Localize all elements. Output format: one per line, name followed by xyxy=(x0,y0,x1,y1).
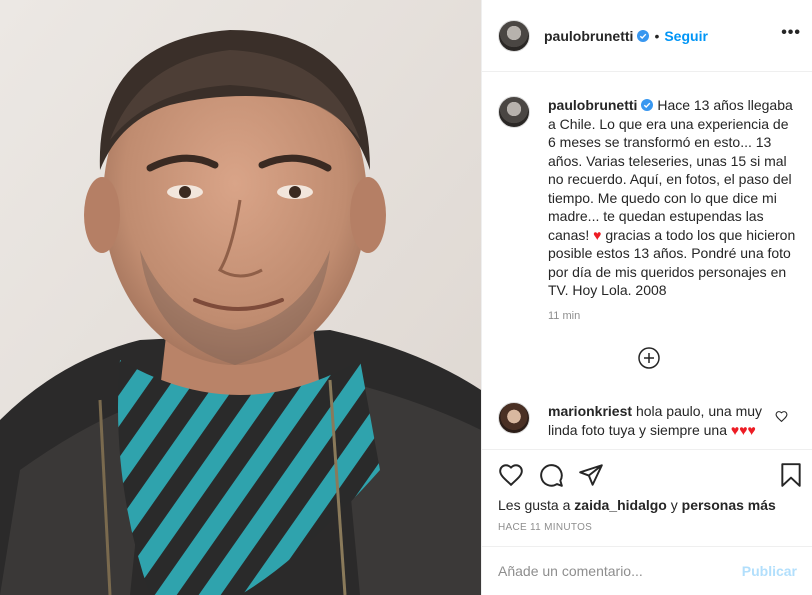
likes-prefix: Les gusta a xyxy=(498,497,571,513)
likes-summary: Les gusta a zaida_hidalgo y personas más xyxy=(498,497,776,513)
verified-badge-icon xyxy=(641,99,654,111)
more-options-icon[interactable]: ••• xyxy=(781,24,801,42)
caption-avatar[interactable] xyxy=(498,96,530,128)
post-header: paulobrunetti • Seguir ••• xyxy=(482,0,812,72)
comment-composer: Publicar xyxy=(482,546,812,595)
publish-button[interactable]: Publicar xyxy=(742,563,797,579)
comment-input[interactable] xyxy=(498,563,742,579)
likes-joiner: y xyxy=(670,497,678,513)
caption-body-1: Hace 13 años llegaba a Chile. Lo que era… xyxy=(548,97,793,243)
caption-username[interactable]: paulobrunetti xyxy=(548,97,637,113)
portrait-illustration xyxy=(0,0,481,595)
follow-button[interactable]: Seguir xyxy=(664,28,708,44)
author-avatar[interactable] xyxy=(498,19,530,52)
share-icon[interactable] xyxy=(578,462,604,488)
post-panel: paulobrunetti • Seguir ••• paulobrunetti… xyxy=(481,0,812,595)
comment-hearts: ♥♥♥ xyxy=(730,421,756,438)
commenter-username[interactable]: marionkriest xyxy=(548,403,632,419)
heart-icon[interactable] xyxy=(498,462,524,488)
comment-item: marionkriest hola paulo, una muy linda f… xyxy=(498,402,798,446)
author-username[interactable]: paulobrunetti xyxy=(544,28,633,44)
caption-time[interactable]: 11 min xyxy=(548,310,580,322)
liker-username[interactable]: zaida_hidalgo xyxy=(574,497,667,513)
verified-badge-icon xyxy=(637,29,650,42)
post-timestamp[interactable]: HACE 11 MINUTOS xyxy=(498,522,592,533)
action-bar: Les gusta a zaida_hidalgo y personas más… xyxy=(482,449,812,561)
load-more-comments-icon[interactable] xyxy=(638,347,660,369)
comment-text: marionkriest hola paulo, una muy linda f… xyxy=(548,402,776,446)
separator-dot: • xyxy=(654,27,660,44)
caption-text: paulobrunetti Hace 13 años llegaba a Chi… xyxy=(548,96,798,300)
commenter-avatar[interactable] xyxy=(498,402,530,434)
bookmark-icon[interactable] xyxy=(778,462,804,488)
likes-others-link[interactable]: personas más xyxy=(682,497,776,513)
post-caption: paulobrunetti Hace 13 años llegaba a Chi… xyxy=(498,96,798,300)
comment-like-icon[interactable] xyxy=(775,410,788,423)
heart-emoji-icon: ♥ xyxy=(593,226,602,243)
post-photo[interactable] xyxy=(0,0,481,595)
comment-icon[interactable] xyxy=(538,462,564,488)
